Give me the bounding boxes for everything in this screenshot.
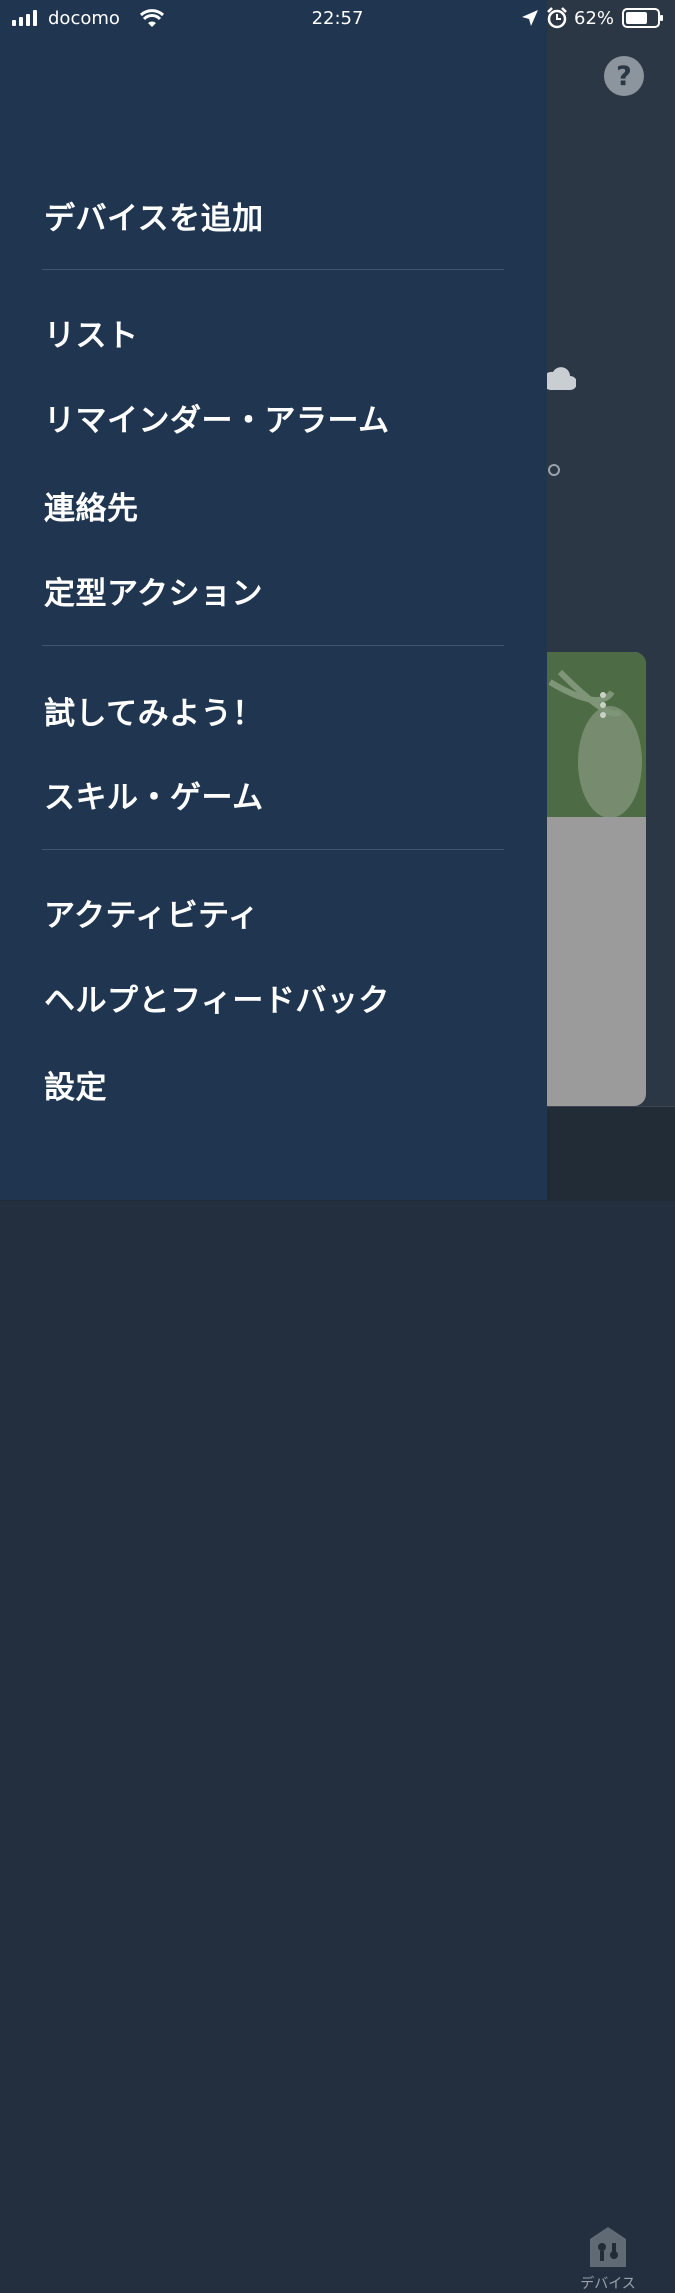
card-more-icon[interactable] [600, 692, 610, 722]
menu-item-lists[interactable]: リスト [44, 310, 139, 355]
menu-item-contacts[interactable]: 連絡先 [44, 483, 139, 528]
menu-item-skills-games[interactable]: スキル・ゲーム [44, 772, 264, 817]
navigation-drawer: デバイスを追加 リスト リマインダー・アラーム 連絡先 定型アクション 試してみ… [0, 0, 547, 1200]
location-arrow-icon [522, 10, 538, 26]
tab-device-label: デバイス [580, 2276, 636, 2292]
help-icon[interactable]: ? [604, 56, 644, 96]
menu-divider [42, 645, 504, 646]
menu-item-settings[interactable]: 設定 [44, 1062, 107, 1107]
device-icon [590, 2227, 626, 2267]
menu-item-routines[interactable]: 定型アクション [44, 568, 263, 613]
menu-item-try-it[interactable]: 試してみよう！ [44, 688, 264, 733]
menu-item-help-feedback[interactable]: ヘルプとフィードバック [44, 975, 390, 1020]
menu-item-add-device[interactable]: デバイスを追加 [44, 193, 264, 238]
indicator-dot [548, 464, 560, 476]
menu-item-reminders-alarms[interactable]: リマインダー・アラーム [44, 395, 390, 440]
menu-item-activity[interactable]: アクティビティ [44, 890, 259, 935]
battery-percentage: 62% [574, 8, 615, 29]
battery-icon [622, 8, 663, 28]
status-bar: docomo 22:57 62% [0, 0, 675, 38]
menu-divider [42, 849, 504, 850]
menu-divider [42, 269, 504, 270]
tab-device[interactable]: デバイス [570, 2225, 646, 2293]
alarm-clock-icon [547, 7, 567, 29]
